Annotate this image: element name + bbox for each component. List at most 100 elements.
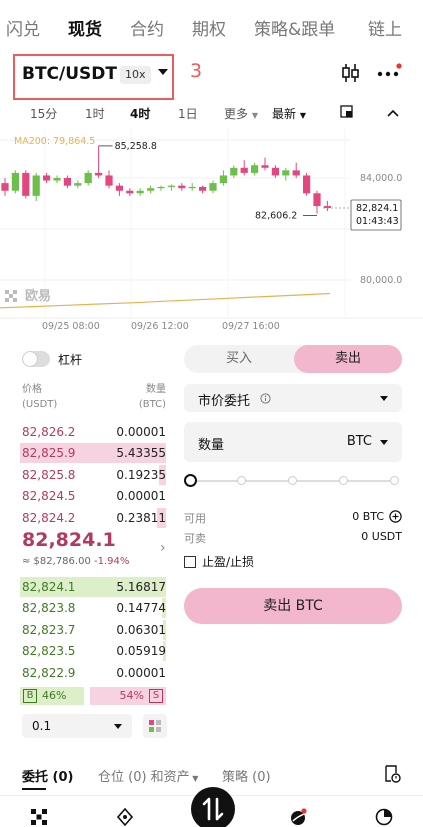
candlestick-icon[interactable] <box>340 62 362 84</box>
trade-fab-button[interactable] <box>191 787 235 827</box>
more-icon[interactable] <box>376 62 402 84</box>
candle-body <box>105 175 113 186</box>
assets-icon[interactable] <box>375 808 393 826</box>
timeframe-1d[interactable]: 1日 <box>178 105 198 122</box>
chevron-right-icon[interactable]: › <box>160 540 166 556</box>
caret-down-icon <box>380 440 388 445</box>
bid-price: 82,823.8 <box>22 601 76 616</box>
chart-settings-icon[interactable] <box>340 105 354 119</box>
quantity-unit[interactable]: BTC <box>347 434 372 449</box>
qty-header-title: 数量 <box>146 384 166 395</box>
buy-sell-ratio: B 46% 54% S <box>20 687 166 705</box>
nav-tab-swap[interactable]: 闪兑 <box>6 15 40 40</box>
candle-body <box>115 185 123 191</box>
candle-body <box>251 165 259 173</box>
bid-row[interactable]: 82,824.1 5.16817 <box>20 577 166 597</box>
tab-strategies[interactable]: 策略 (0) <box>222 766 271 785</box>
orderbook-price-header: 价格 (USDT) <box>22 382 57 412</box>
timeframe-more-label: 更多 <box>224 107 249 121</box>
pair-name[interactable]: BTC/USDT <box>22 64 117 84</box>
timeframe-15m[interactable]: 15分 <box>30 105 57 122</box>
home-icon[interactable] <box>30 808 48 826</box>
timeframe-4h[interactable]: 4时 <box>130 105 150 122</box>
slider-step-75[interactable] <box>339 476 348 485</box>
swap-arrows-icon <box>202 797 224 821</box>
bid-price: 82,822.9 <box>22 665 76 680</box>
depth-precision-select[interactable]: 0.1 <box>22 714 132 738</box>
candle-body <box>167 185 175 187</box>
sell-submit-button[interactable]: 卖出 BTC <box>184 588 402 624</box>
bid-row[interactable]: 82,822.9 0.00001 <box>20 663 166 683</box>
sellable-value: 0 USDT <box>361 530 402 543</box>
add-circle-icon[interactable] <box>389 510 402 523</box>
bid-row[interactable]: 82,823.8 0.14774 <box>20 598 166 619</box>
price-chart[interactable]: MA200: 79,864.5 85,258.8 82,606.2 82,824.1 0… <box>0 128 423 338</box>
caret-down-icon[interactable] <box>158 69 168 75</box>
info-icon[interactable] <box>260 393 271 404</box>
toggle-knob <box>23 352 37 366</box>
candle-body <box>63 178 71 186</box>
available-row: 可用 0 BTC <box>184 510 402 526</box>
candle-body <box>157 186 165 189</box>
timeframe-1h[interactable]: 1时 <box>85 105 105 122</box>
ask-price: 82,825.9 <box>22 446 76 461</box>
order-history-icon[interactable] <box>383 765 401 783</box>
markets-icon[interactable] <box>116 808 134 826</box>
price-type-latest[interactable]: 最新 ▼ <box>272 105 306 122</box>
slider-step-25[interactable] <box>237 476 246 485</box>
earn-icon[interactable] <box>289 808 307 826</box>
watermark-logo-square <box>9 294 13 298</box>
candle-body <box>282 170 290 176</box>
slider-step-100[interactable] <box>390 476 399 485</box>
x-axis-tick-label: 09/26 12:00 <box>131 321 189 332</box>
y-axis-tick-label: 80,000.0 <box>360 275 402 286</box>
timeframe-more[interactable]: 更多 ▼ <box>224 105 258 122</box>
price-header-title: 价格 <box>22 384 42 395</box>
low-price-label: 82,606.2 <box>255 211 297 222</box>
watermark-logo-square <box>5 290 9 294</box>
nav-tab-strategy[interactable]: 策略&跟单 <box>254 15 335 40</box>
depth-value: 0.1 <box>32 719 52 733</box>
current-price-value: 82,824.1 <box>356 203 398 214</box>
ask-row[interactable]: 82,825.8 0.19235 <box>20 464 166 485</box>
nav-tab-spot[interactable]: 现货 <box>68 15 102 40</box>
ask-quantity: 0.19235 <box>116 467 166 482</box>
ask-row[interactable]: 82,825.9 5.43355 <box>20 443 166 464</box>
tpsl-label: 止盈/止损 <box>202 555 255 569</box>
leverage-label: 杠杆 <box>58 353 83 367</box>
buy-sell-toggle: 买入 卖出 <box>184 345 402 373</box>
order-type-label: 市价委托 <box>198 394 251 409</box>
caret-down-icon <box>114 724 122 729</box>
tpsl-checkbox[interactable]: 止盈/止损 <box>184 553 254 570</box>
orderbook-layout-icon[interactable] <box>143 714 167 738</box>
price-type-label: 最新 <box>272 107 297 121</box>
candle-body <box>43 175 51 181</box>
leverage-toggle[interactable] <box>22 351 50 367</box>
high-price-label: 85,258.8 <box>115 141 157 152</box>
quantity-input[interactable]: 数量 BTC <box>184 422 402 462</box>
ask-price: 82,825.8 <box>22 467 76 482</box>
candle-body <box>230 167 238 176</box>
slider-step-50[interactable] <box>288 476 297 485</box>
tab-positions[interactable]: 仓位 (0) 和资产 ▼ <box>98 766 198 785</box>
nav-tab-options[interactable]: 期权 <box>192 15 226 40</box>
ask-row[interactable]: 82,824.2 0.23811 <box>20 507 166 528</box>
ask-row[interactable]: 82,824.5 0.00001 <box>20 486 166 506</box>
orderbook-qty-header: 数量 (BTC) <box>130 382 166 412</box>
sell-ratio-percent: 54% <box>119 689 144 702</box>
buy-tab[interactable]: 买入 <box>184 345 294 373</box>
usd-price: ≈ $82,786.00 <box>22 556 91 567</box>
top-nav: 闪兑 现货 合约 期权 策略&跟单 链上 <box>0 0 423 52</box>
nav-tab-onchain[interactable]: 链上 <box>368 15 402 40</box>
nav-tab-futures[interactable]: 合约 <box>130 15 164 40</box>
bid-row[interactable]: 82,823.7 0.06301 <box>20 619 166 640</box>
sell-tab[interactable]: 卖出 <box>294 345 402 373</box>
checkbox-icon[interactable] <box>184 556 196 568</box>
tab-orders[interactable]: 委托 (0) <box>22 766 73 790</box>
bid-row[interactable]: 82,823.5 0.05919 <box>20 641 166 662</box>
candle-body <box>292 170 300 176</box>
slider-handle[interactable] <box>184 474 197 487</box>
order-type-select[interactable]: 市价委托 <box>184 384 402 412</box>
ask-row[interactable]: 82,826.2 0.00001 <box>20 422 166 442</box>
chevron-up-icon[interactable] <box>386 108 400 118</box>
